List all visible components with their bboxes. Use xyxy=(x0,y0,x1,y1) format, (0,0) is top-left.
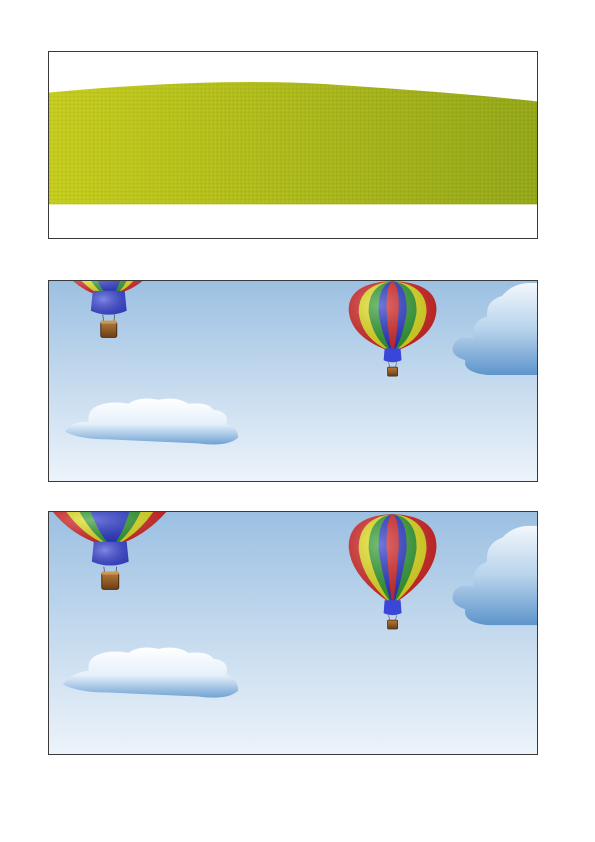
grass-panel xyxy=(48,51,538,239)
sky-panel-small xyxy=(48,280,538,482)
sky-panel-large xyxy=(48,511,538,755)
hill-illustration xyxy=(49,81,537,205)
